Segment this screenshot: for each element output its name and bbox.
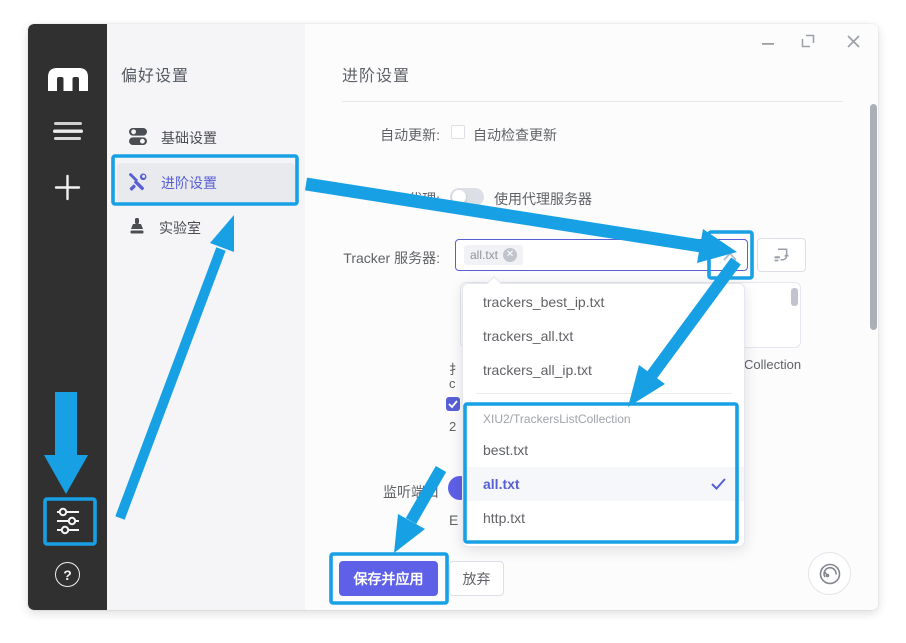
nav-panel: 偏好设置 基础设置 进阶设置 实验室 xyxy=(107,24,305,610)
obscured-text-fragment: E xyxy=(449,512,458,528)
title-divider xyxy=(342,101,843,102)
screen: ? 偏好设置 基础设置 进阶设置 实验室 xyxy=(0,0,906,643)
dropdown-item[interactable]: trackers_all_ip.txt xyxy=(464,353,744,387)
chevron-up-icon[interactable] xyxy=(723,252,737,261)
nav-item-label: 基础设置 xyxy=(161,128,217,148)
textarea-scrollbar[interactable] xyxy=(791,288,798,306)
page-title: 进阶设置 xyxy=(342,62,410,86)
listen-port-label: 监听端口 xyxy=(383,482,439,502)
dropdown-item[interactable]: trackers_best_ip.txt xyxy=(464,285,744,319)
proxy-label: 代理: xyxy=(320,189,440,209)
nav-item-lab[interactable]: 实验室 xyxy=(117,210,295,246)
dropdown-item[interactable]: http.txt xyxy=(464,501,744,535)
dropdown-item[interactable]: best.txt xyxy=(464,433,744,467)
nav-item-label: 实验室 xyxy=(159,218,201,238)
nav-item-label: 进阶设置 xyxy=(161,173,217,193)
app-sidebar: ? xyxy=(28,24,107,610)
add-task-icon[interactable] xyxy=(28,174,107,201)
switch-knob xyxy=(452,190,466,204)
proxy-switch[interactable] xyxy=(450,188,484,206)
nav-title: 偏好设置 xyxy=(121,62,189,86)
dropdown-item-selected[interactable]: all.txt xyxy=(464,467,744,501)
close-button[interactable] xyxy=(838,26,868,56)
tracker-select-input[interactable]: all.txt ✕ xyxy=(455,239,748,271)
save-apply-button[interactable]: 保存并应用 xyxy=(339,561,438,596)
tracker-dropdown: trackers_best_ip.txt trackers_all.txt tr… xyxy=(462,283,745,547)
obscured-text-fragment: 2 xyxy=(449,419,456,434)
toggles-icon xyxy=(129,128,147,148)
sync-icon xyxy=(773,247,790,263)
discard-button[interactable]: 放弃 xyxy=(449,561,504,596)
dropdown-group-label: XIU2/TrackersListCollection xyxy=(483,412,631,426)
nav-item-advanced-settings[interactable]: 进阶设置 xyxy=(117,163,295,203)
preferences-sliders-icon[interactable] xyxy=(28,506,107,536)
gauge-icon xyxy=(816,560,844,588)
task-list-icon[interactable] xyxy=(28,120,107,142)
nav-item-basic-settings[interactable]: 基础设置 xyxy=(117,120,295,156)
check-icon xyxy=(711,478,726,490)
help-glyph: ? xyxy=(55,562,80,587)
dropdown-group-divider xyxy=(476,393,732,394)
maximize-button[interactable] xyxy=(793,26,823,56)
tracker-link-tail[interactable]: Collection xyxy=(744,357,801,372)
motrix-logo-icon xyxy=(28,68,107,91)
preferences-window: ? 偏好设置 基础设置 进阶设置 实验室 xyxy=(28,24,878,610)
proxy-text: 使用代理服务器 xyxy=(494,189,592,209)
lab-stamp-icon xyxy=(129,218,145,238)
tools-icon xyxy=(129,173,147,194)
auto-check-update-text: 自动检查更新 xyxy=(473,125,557,145)
help-icon[interactable]: ? xyxy=(28,562,107,587)
minimize-button[interactable] xyxy=(753,28,783,58)
tag-label: all.txt xyxy=(470,248,498,262)
tracker-label: Tracker 服务器: xyxy=(320,248,440,268)
auto-check-update-checkbox[interactable] xyxy=(451,125,465,139)
dropdown-item[interactable]: trackers_all.txt xyxy=(464,319,744,353)
obscured-text-fragment: c xyxy=(449,376,456,391)
checked-checkbox-fragment[interactable] xyxy=(446,397,460,411)
tag-close-icon[interactable]: ✕ xyxy=(503,248,517,262)
window-scrollbar[interactable] xyxy=(870,104,877,330)
sync-trackers-button[interactable] xyxy=(757,238,806,272)
auto-update-label: 自动更新: xyxy=(320,125,440,145)
dropdown-item-label: all.txt xyxy=(483,476,520,492)
speed-limit-button[interactable] xyxy=(808,552,851,595)
tracker-tag: all.txt ✕ xyxy=(464,245,523,265)
